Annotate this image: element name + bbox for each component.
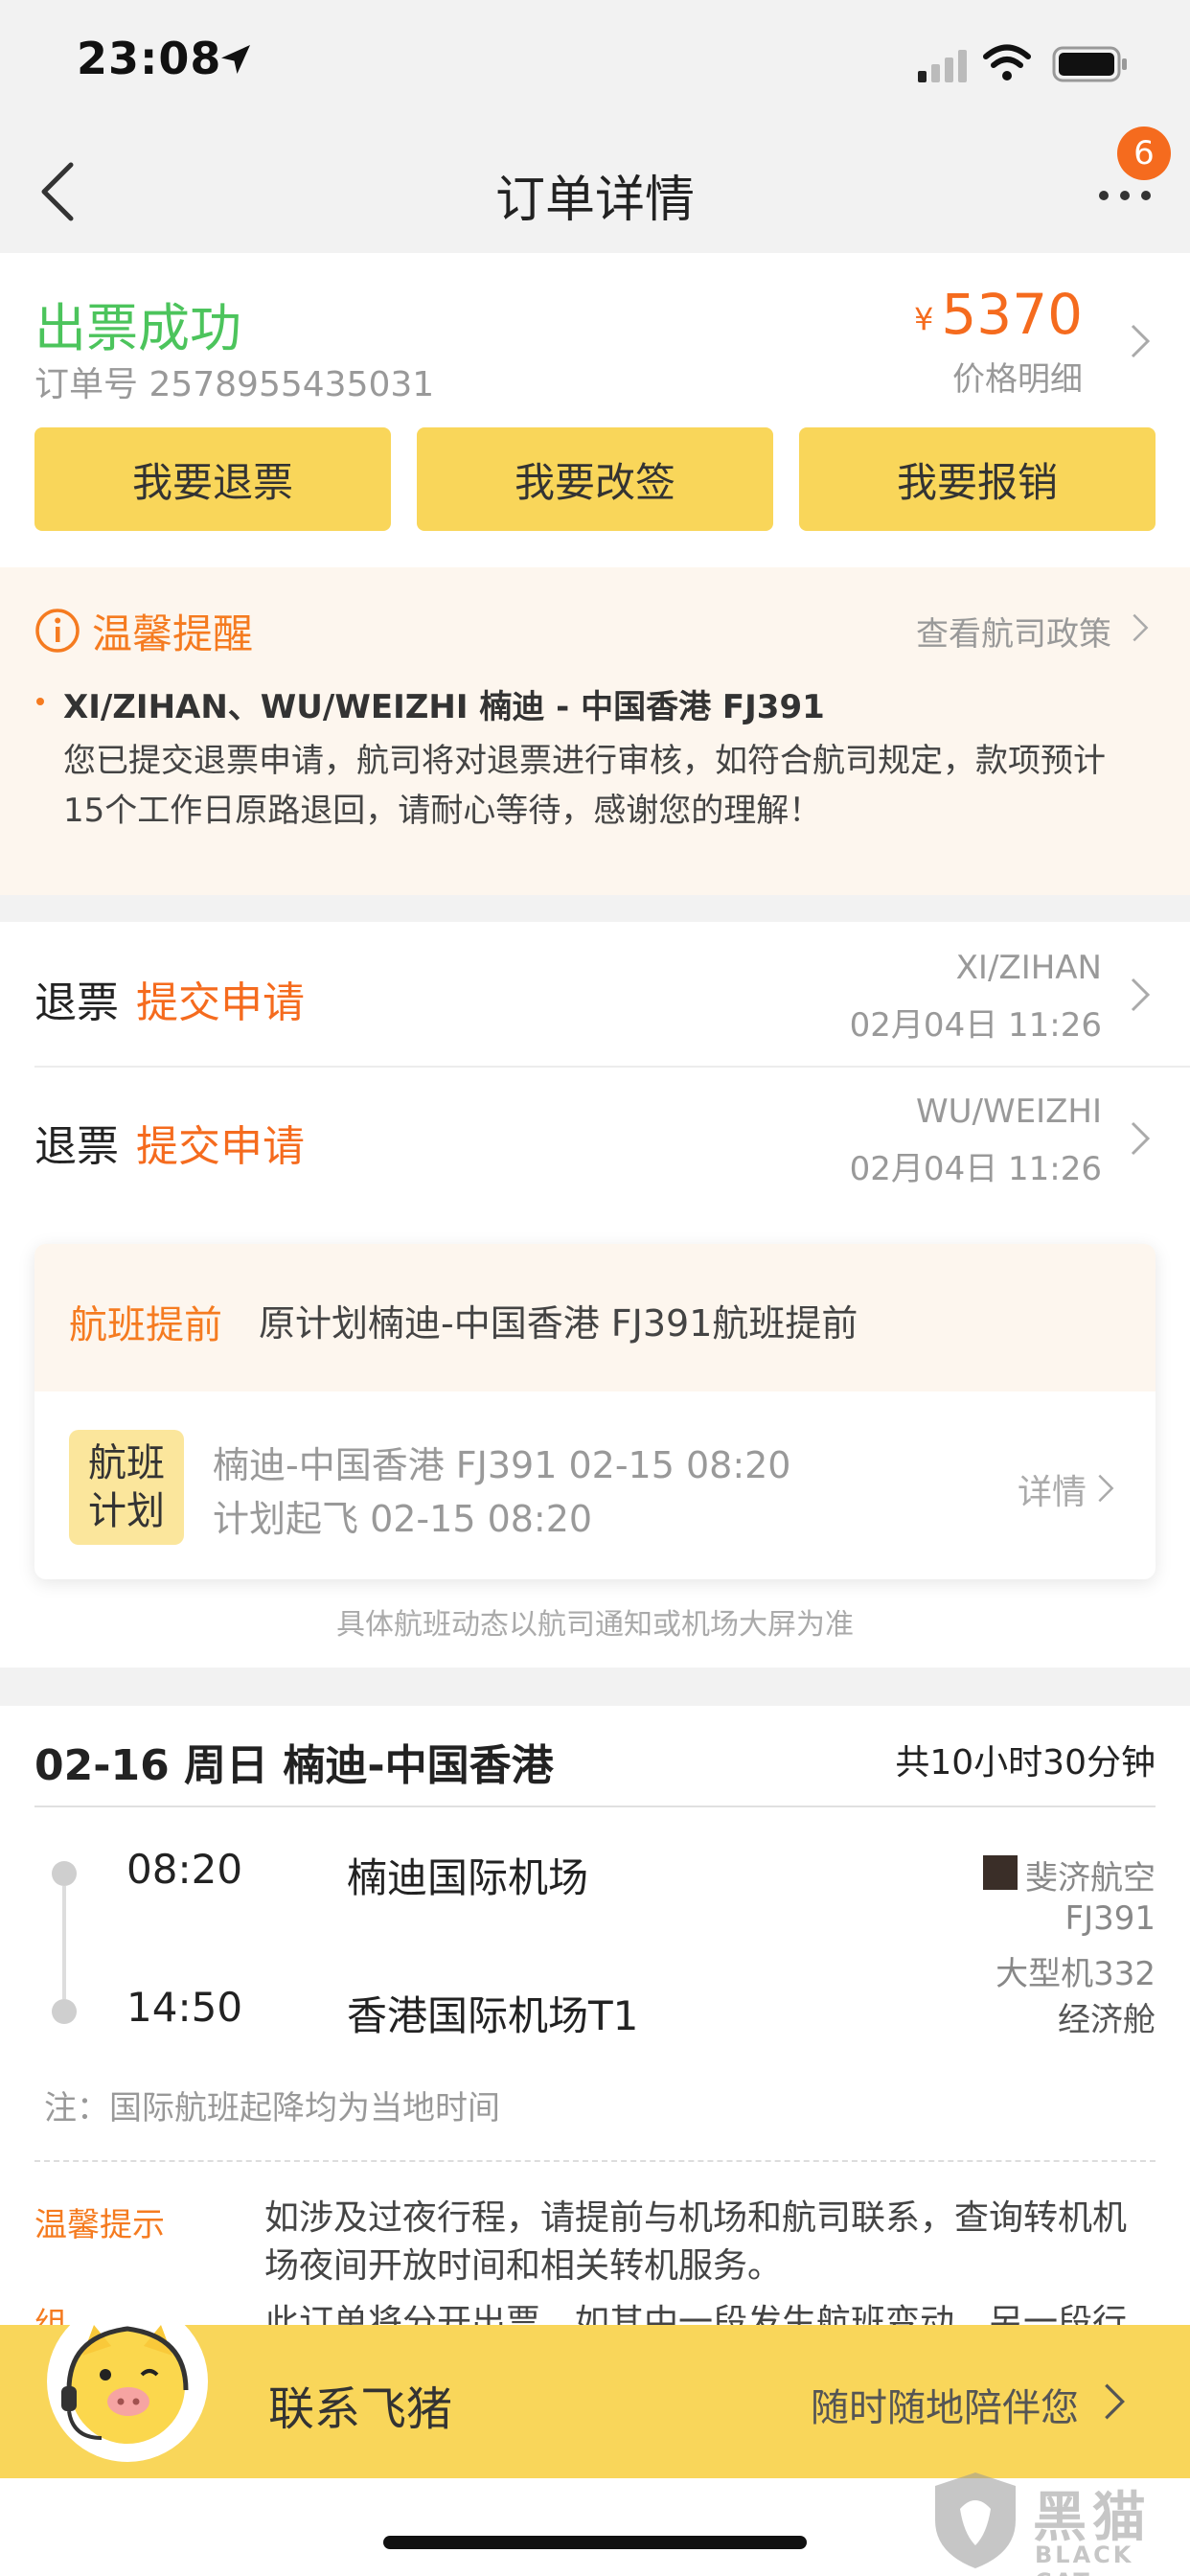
refund-time: 02月04日 11:26: [849, 1006, 1102, 1045]
departure-dot: [52, 1861, 77, 1886]
airline-policy-link[interactable]: 查看航司政策: [916, 608, 1111, 655]
status-bar: 23:08: [0, 0, 1190, 134]
flight-plan-tag: 航班 计划: [69, 1430, 184, 1545]
trip-duration: 共10小时30分钟: [895, 1743, 1156, 1782]
departure-time: 08:20: [126, 1846, 243, 1893]
chevron-right-icon[interactable]: [1131, 611, 1150, 644]
aircraft-type: 大型机332: [995, 1955, 1156, 1993]
more-icon[interactable]: [1096, 186, 1154, 205]
flight-number: FJ391: [1064, 1899, 1156, 1938]
flight-plan-departure: 计划起飞 02-15 08:20: [213, 1498, 593, 1540]
location-arrow-icon: [221, 45, 250, 74]
bullet-dot: [36, 698, 44, 705]
price-detail-link[interactable]: 价格明细: [952, 353, 1083, 400]
order-number: 订单号 2578955435031: [34, 365, 435, 404]
flight-change-label: 航班提前: [69, 1303, 222, 1347]
tip-label: 温馨提示: [34, 2206, 165, 2244]
currency-symbol: ¥: [914, 301, 934, 337]
shield-icon: [935, 2472, 1016, 2568]
reminder-message: 您已提交退票申请，航司将对退票进行审核，如符合航司规定，款项预计15个工作日原路…: [63, 742, 1106, 830]
plan-tag-line: 计划: [88, 1489, 165, 1533]
refund-button[interactable]: 我要退票: [34, 427, 391, 531]
departure-airport: 楠迪国际机场: [347, 1854, 589, 1901]
tip-text: 如涉及过夜行程，请提前与机场和航司联系，查询转机机场夜间开放时间和相关转机服务。: [264, 2198, 1128, 2286]
ticket-status: 出票成功: [34, 298, 241, 358]
plan-tag-line: 航班: [88, 1441, 165, 1485]
signal-icon: [918, 50, 967, 82]
airline-name: 斐济航空: [1025, 1859, 1156, 1898]
watermark-cn: 黑猫: [1033, 2487, 1152, 2549]
info-icon: [35, 609, 80, 653]
refund-list: 退票 提交申请 XI/ZIHAN 02月04日 11:26 退票 提交申请 WU…: [0, 922, 1190, 1209]
mascot-avatar-icon[interactable]: [44, 2298, 211, 2465]
flight-change-header: 航班提前 原计划楠迪-中国香港 FJ391航班提前: [34, 1244, 1156, 1392]
flight-detail-link[interactable]: 详情: [1018, 1464, 1087, 1514]
chevron-right-icon: [1131, 978, 1151, 1012]
refund-type: 退票: [34, 978, 119, 1027]
reminder-title: 温馨提醒: [92, 610, 254, 657]
notification-badge: 6: [1117, 126, 1171, 180]
page-title: 订单详情: [494, 172, 695, 229]
flight-footnote: 具体航班动态以航司通知或机场大屏为准: [336, 1608, 854, 1642]
refund-type: 退票: [34, 1122, 119, 1171]
reimburse-button[interactable]: 我要报销: [799, 427, 1156, 531]
status-time: 23:08: [77, 33, 222, 84]
flight-plan-route: 楠迪-中国香港 FJ391 02-15 08:20: [213, 1444, 791, 1486]
refund-row[interactable]: 退票 提交申请 XI/ZIHAN 02月04日 11:26: [0, 922, 1190, 1068]
flight-change-desc: 原计划楠迪-中国香港 FJ391航班提前: [259, 1302, 858, 1345]
arrival-dot: [52, 1999, 77, 2024]
timeline-line: [62, 1886, 66, 1999]
chevron-right-icon: [1131, 1121, 1151, 1156]
refund-status: 提交申请: [136, 978, 305, 1027]
dashed-divider: [34, 2160, 1156, 2162]
refund-row[interactable]: 退票 提交申请 WU/WEIZHI 02月04日 11:26: [0, 1066, 1190, 1209]
arrival-airport: 香港国际机场T1: [347, 1992, 639, 2039]
action-buttons: 我要退票 我要改签 我要报销: [34, 427, 1156, 531]
divider: [34, 1806, 1156, 1807]
watermark-en: BLACK CAT: [1035, 2542, 1134, 2576]
nav-bar: 订单详情 6: [0, 126, 1190, 253]
passenger-name: WU/WEIZHI: [916, 1092, 1102, 1131]
trip-details: 02-16 周日 楠迪-中国香港 共10小时30分钟 08:20 楠迪国际机场 …: [0, 1706, 1190, 2358]
price[interactable]: ¥5370: [914, 282, 1083, 347]
flight-change-section: 航班提前 原计划楠迪-中国香港 FJ391航班提前 航班 计划 楠迪-中国香港 …: [0, 1209, 1190, 1668]
refund-time: 02月04日 11:26: [849, 1150, 1102, 1188]
price-amount: 5370: [941, 282, 1083, 347]
warm-reminder: 温馨提醒 查看航司政策 XI/ZIHAN、WU/WEIZHI 楠迪 - 中国香港…: [0, 567, 1190, 895]
battery-icon: [1052, 46, 1127, 82]
reminder-route: XI/ZIHAN、WU/WEIZHI 楠迪 - 中国香港 FJ391: [63, 688, 825, 726]
watermark-logo: 黑猫 BLACK CAT: [931, 2471, 1180, 2576]
wifi-icon: [983, 44, 1031, 80]
chevron-right-icon[interactable]: [1102, 2380, 1127, 2423]
flight-change-card: 航班提前 原计划楠迪-中国香港 FJ391航班提前 航班 计划 楠迪-中国香港 …: [34, 1244, 1156, 1579]
local-time-note: 注：国际航班起降均为当地时间: [44, 2089, 500, 2128]
home-indicator[interactable]: [383, 2536, 807, 2549]
airline-logo-icon: [983, 1855, 1018, 1890]
refund-status: 提交申请: [136, 1122, 305, 1171]
change-button[interactable]: 我要改签: [417, 427, 773, 531]
order-summary: 出票成功 订单号 2578955435031 ¥5370 价格明细 我要退票 我…: [0, 253, 1190, 567]
contact-slogan: 随时随地陪伴您: [811, 2386, 1079, 2430]
contact-label: 联系飞猪: [268, 2382, 453, 2436]
trip-date-route: 02-16 周日 楠迪-中国香港: [34, 1741, 554, 1790]
cabin-class: 经济舱: [1058, 2001, 1156, 2039]
passenger-name: XI/ZIHAN: [955, 949, 1102, 987]
section-separator: [0, 1668, 1190, 1706]
chevron-right-icon[interactable]: [1129, 322, 1152, 360]
arrival-time: 14:50: [126, 1984, 243, 2031]
chevron-right-icon[interactable]: [1096, 1472, 1115, 1505]
